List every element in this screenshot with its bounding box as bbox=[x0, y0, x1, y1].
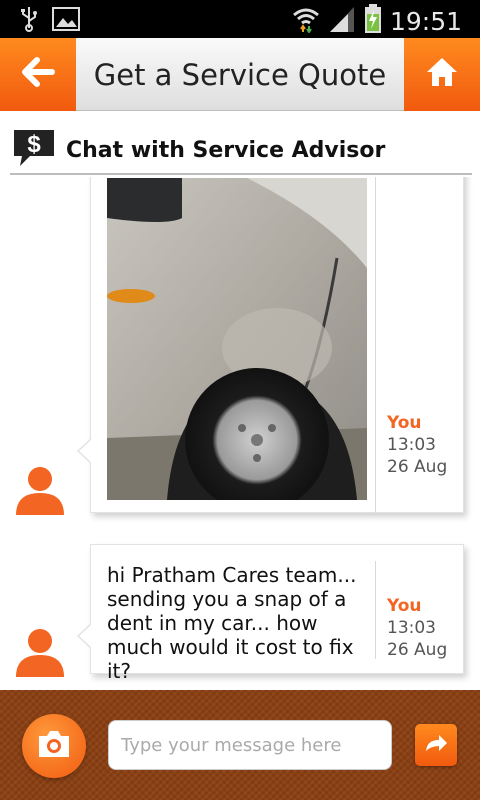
camera-button[interactable] bbox=[22, 714, 86, 778]
message-text: hi Pratham Cares team... sending you a s… bbox=[107, 563, 357, 683]
home-icon bbox=[425, 56, 459, 93]
message-date: 26 Aug bbox=[387, 640, 448, 660]
section-title: Chat with Service Advisor bbox=[66, 137, 386, 163]
dollar-chat-icon: $ bbox=[10, 128, 56, 173]
camera-icon bbox=[36, 729, 72, 764]
message-time: 13:03 bbox=[387, 618, 436, 638]
app-bar: Get a Service Quote bbox=[0, 38, 480, 111]
chat-message-image: You 13:03 26 Aug bbox=[77, 177, 464, 514]
home-button[interactable] bbox=[404, 38, 480, 111]
page-title: Get a Service Quote bbox=[93, 57, 387, 92]
composer-bar bbox=[0, 690, 480, 800]
share-arrow-icon bbox=[423, 732, 449, 759]
usb-icon bbox=[20, 6, 38, 37]
signal-icon bbox=[328, 5, 356, 38]
sender-label: You bbox=[387, 596, 422, 616]
image-icon bbox=[52, 7, 80, 36]
battery-charging-icon bbox=[364, 4, 382, 39]
car-dent-photo[interactable] bbox=[107, 178, 367, 500]
sender-label: You bbox=[387, 413, 422, 433]
section-header: $ Chat with Service Advisor bbox=[10, 127, 472, 175]
message-time: 13:03 bbox=[387, 435, 436, 455]
message-meta: You 13:03 26 Aug bbox=[387, 595, 457, 661]
chat-message-text: hi Pratham Cares team... sending you a s… bbox=[77, 544, 464, 683]
message-input[interactable] bbox=[108, 720, 392, 770]
status-bar: 19:51 bbox=[0, 0, 480, 38]
message-date: 26 Aug bbox=[387, 457, 448, 477]
arrow-left-icon bbox=[21, 57, 55, 92]
avatar bbox=[14, 463, 66, 515]
wifi-icon bbox=[292, 5, 320, 38]
send-button[interactable] bbox=[415, 724, 457, 766]
chat-list[interactable]: You 13:03 26 Aug hi Pratham Cares team..… bbox=[0, 177, 480, 690]
status-time: 19:51 bbox=[389, 7, 462, 36]
svg-text:$: $ bbox=[27, 131, 41, 158]
message-meta: You 13:03 26 Aug bbox=[387, 412, 457, 478]
back-button[interactable] bbox=[0, 38, 76, 111]
avatar bbox=[14, 625, 66, 677]
